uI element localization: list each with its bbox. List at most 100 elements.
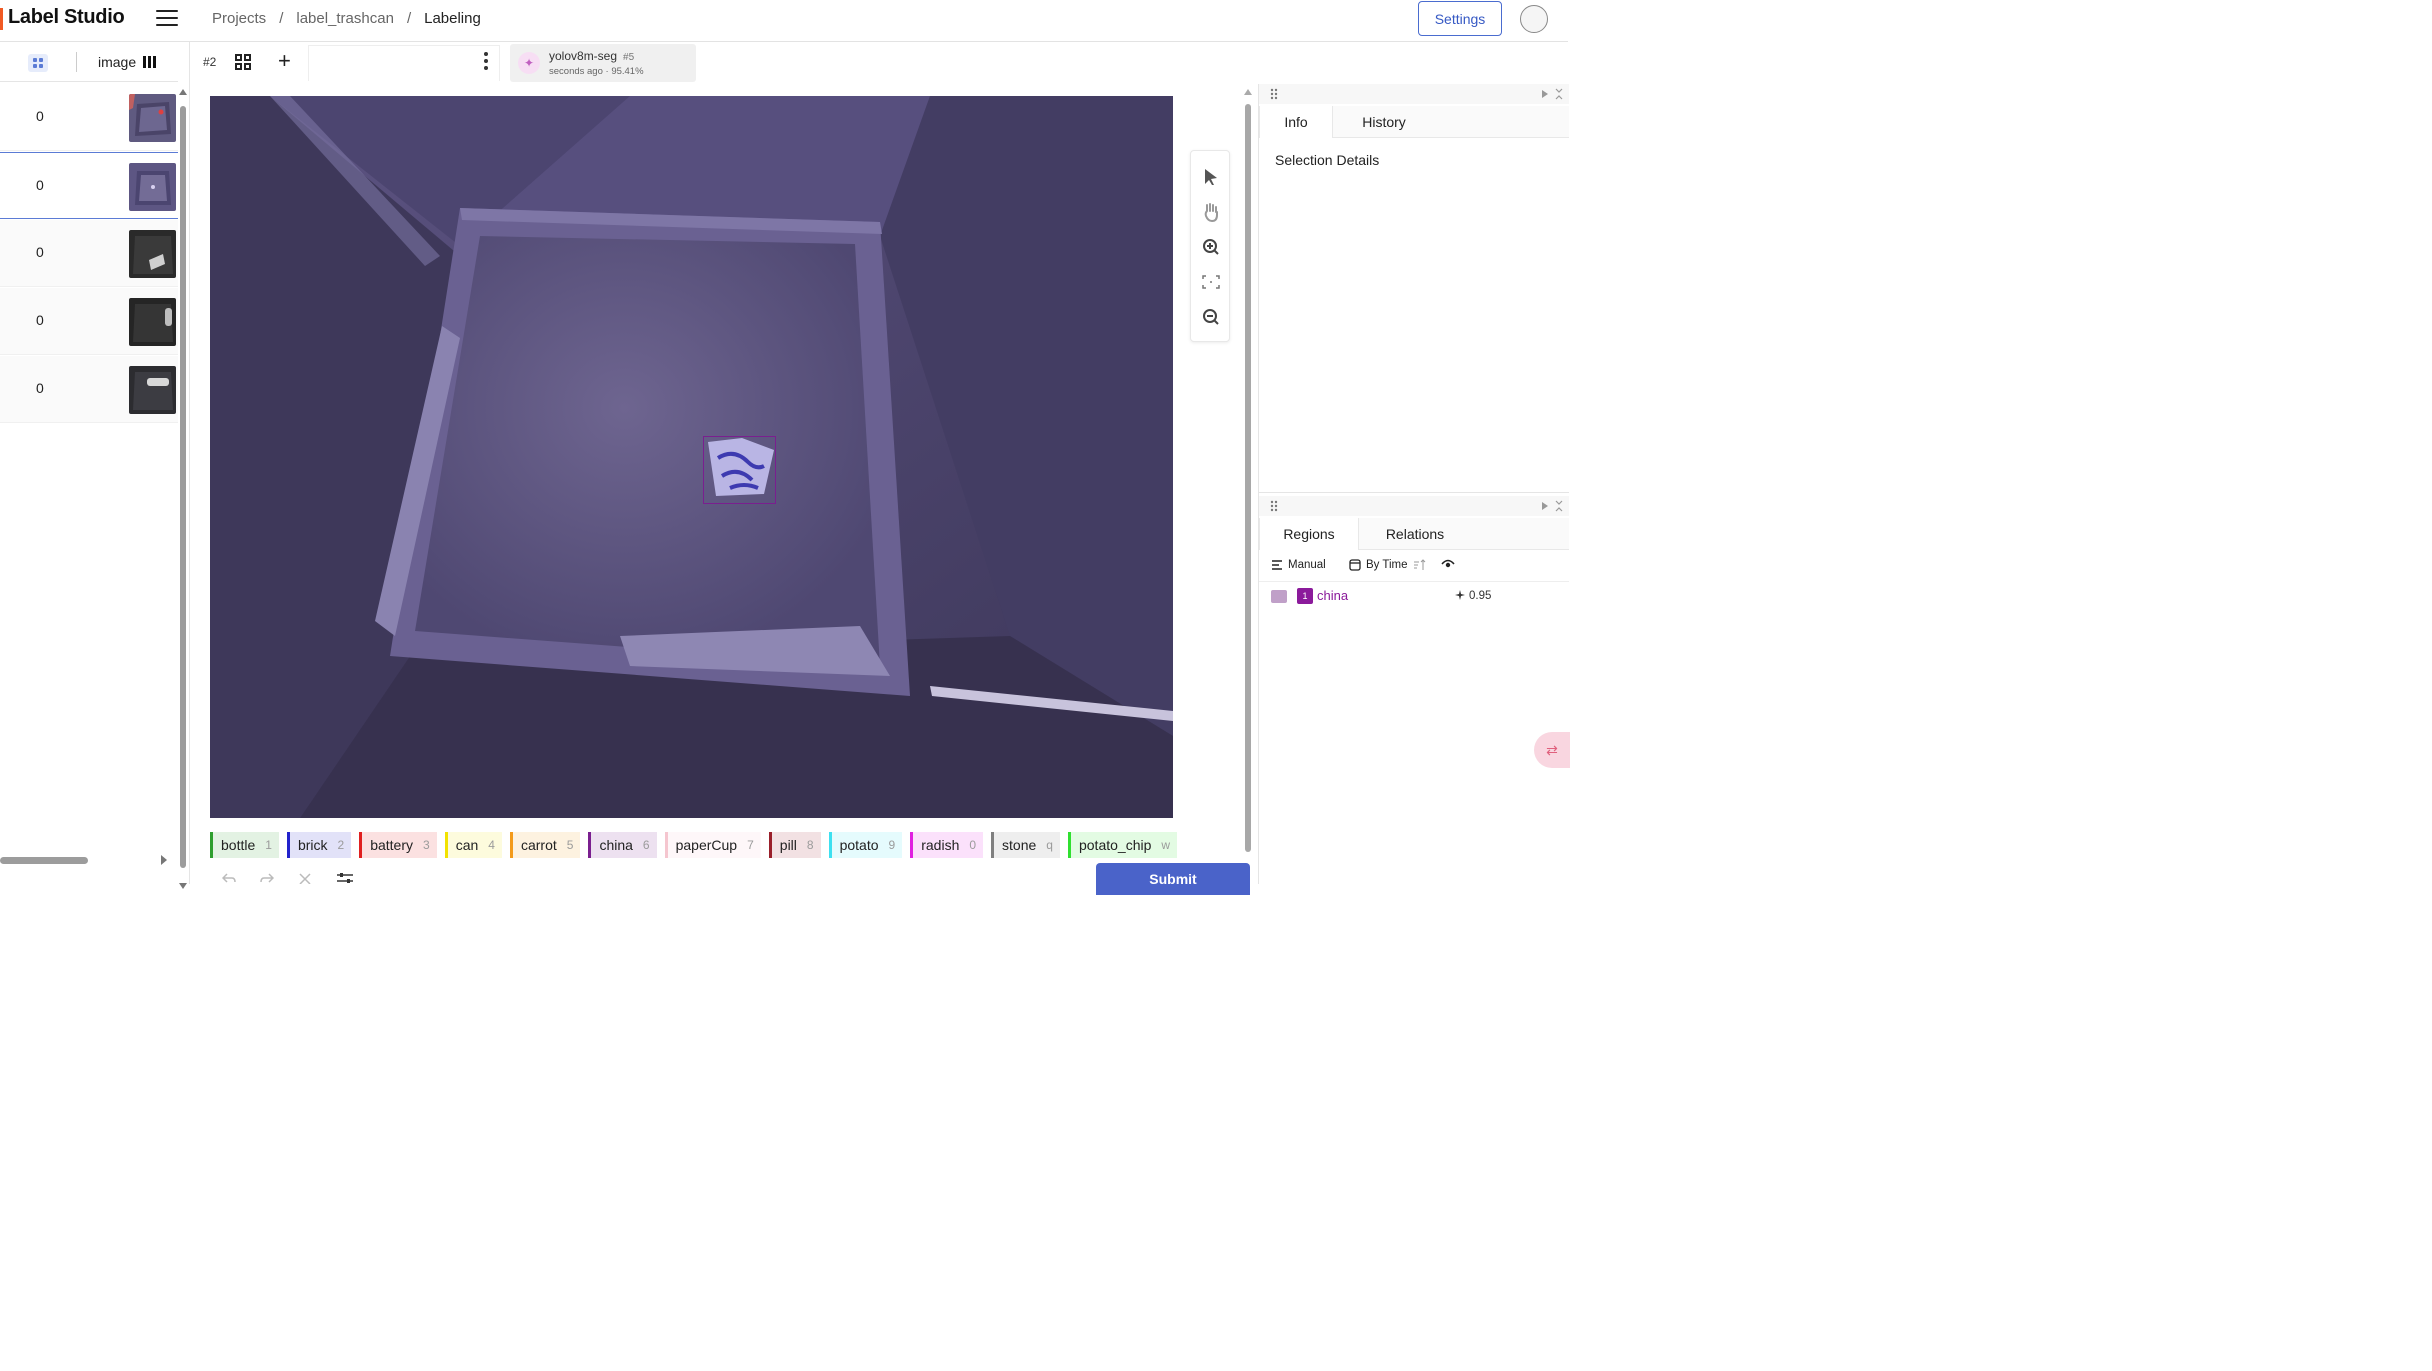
trashcan-image <box>210 96 1173 818</box>
breadcrumb-current: Labeling <box>424 10 481 27</box>
app-logo[interactable]: Label Studio <box>8 6 125 29</box>
header-divider <box>76 52 77 72</box>
label-hotkey: 1 <box>265 838 272 852</box>
region-score-value: 0.95 <box>1469 590 1492 602</box>
add-annotation-icon[interactable]: + <box>278 50 291 72</box>
collapse-icon[interactable] <box>1555 500 1563 512</box>
scrollbar-thumb[interactable] <box>1245 104 1251 852</box>
hscrollbar-thumb[interactable] <box>0 857 88 864</box>
info-tabs: Info History <box>1259 106 1569 138</box>
view-all-icon[interactable] <box>234 53 252 71</box>
label-hotkey: 4 <box>488 838 495 852</box>
label-chip-papercup[interactable]: paperCup 7 <box>664 832 761 858</box>
label-hotkey: q <box>1046 838 1053 852</box>
image-canvas[interactable] <box>210 96 1173 818</box>
column-header-image[interactable]: image <box>98 54 136 70</box>
region-item[interactable]: 1 china 0.95 <box>1259 584 1569 610</box>
task-list-header: image <box>0 42 178 82</box>
collapse-icon[interactable] <box>1555 88 1563 100</box>
submit-button[interactable]: Submit <box>1096 863 1250 895</box>
label-chip-pill[interactable]: pill 8 <box>768 832 821 858</box>
label-chip-battery[interactable]: battery 3 <box>359 832 437 858</box>
breadcrumb-projects[interactable]: Projects <box>212 10 266 27</box>
canvas-scrollbar[interactable] <box>1243 88 1253 854</box>
label-hotkey: 3 <box>423 838 430 852</box>
avatar[interactable] <box>1520 5 1548 33</box>
prediction-model: yolov8m-seg #5 <box>549 49 634 63</box>
expand-icon[interactable] <box>1541 89 1549 99</box>
task-row[interactable]: 0 <box>0 356 178 423</box>
prediction-id: #5 <box>623 52 635 63</box>
tab-relations[interactable]: Relations <box>1365 518 1465 550</box>
label-chip-carrot[interactable]: carrot 5 <box>509 832 581 858</box>
annotation-count: 0 <box>36 312 44 328</box>
tab-info[interactable]: Info <box>1259 106 1333 138</box>
logo-mark <box>0 8 3 30</box>
label-chip-bottle[interactable]: bottle 1 <box>210 832 279 858</box>
label-hotkey: 2 <box>337 838 345 852</box>
label-chip-can[interactable]: can 4 <box>444 832 502 858</box>
task-row[interactable]: 0 <box>0 288 178 355</box>
sparkle-icon: ✦ <box>518 52 540 74</box>
grid-view-icon[interactable] <box>28 54 48 72</box>
more-options-icon[interactable] <box>480 52 492 72</box>
label-chip-stone[interactable]: stone q <box>991 832 1060 858</box>
redo-icon[interactable] <box>260 872 274 884</box>
columns-icon[interactable] <box>138 52 160 72</box>
tab-history[interactable]: History <box>1339 106 1429 138</box>
prediction-tab[interactable]: ✦ yolov8m-seg #5 seconds ago · 95.41% <box>510 44 696 82</box>
label-picker: bottle 1 brick 2 battery 3 can 4 carrot 5 china 6 pa… <box>210 832 1178 858</box>
task-list-scrollbar[interactable] <box>178 88 187 898</box>
label-chip-potato-chip[interactable]: potato_chip w <box>1067 832 1178 858</box>
pan-tool-icon[interactable] <box>1199 200 1223 224</box>
side-panel: Info History Selection Details Regions R… <box>1258 84 1569 884</box>
sort-order-icon[interactable] <box>1413 559 1427 571</box>
history-controls <box>222 872 354 886</box>
order-label: Manual <box>1288 559 1326 571</box>
region-bounding-box[interactable] <box>703 436 776 504</box>
label-name: brick <box>297 837 328 853</box>
task-thumbnail <box>129 163 176 211</box>
task-row[interactable]: 0 <box>0 220 178 287</box>
drag-handle-icon[interactable] <box>1269 88 1279 100</box>
menu-icon[interactable] <box>156 10 178 28</box>
settings-sliders-icon[interactable] <box>336 872 354 884</box>
visibility-toggle[interactable] <box>1441 559 1455 569</box>
annotation-tab[interactable] <box>308 45 500 81</box>
reset-icon[interactable] <box>298 872 312 884</box>
task-list-sidebar: image 0 0 0 0 0 <box>0 42 190 889</box>
task-list-hscrollbar[interactable] <box>0 854 178 866</box>
label-name: carrot <box>520 837 557 853</box>
zoom-in-icon[interactable] <box>1199 235 1223 259</box>
prediction-meta: seconds ago · 95.41% <box>549 66 644 77</box>
breadcrumb-project[interactable]: label_trashcan <box>296 10 394 27</box>
translate-icon[interactable]: ⇄ <box>1534 732 1570 768</box>
sort-label: By Time <box>1366 559 1408 571</box>
fit-to-screen-icon[interactable] <box>1199 270 1223 294</box>
label-hotkey: 6 <box>642 838 650 852</box>
order-manual-button[interactable]: Manual <box>1271 559 1326 571</box>
task-row-selected[interactable]: 0 <box>0 152 178 219</box>
select-tool-icon[interactable] <box>1199 165 1223 189</box>
drag-handle-icon[interactable] <box>1269 500 1279 512</box>
scrollbar-thumb[interactable] <box>180 106 186 868</box>
label-hotkey: 5 <box>566 838 574 852</box>
undo-icon[interactable] <box>222 872 236 884</box>
breadcrumb-separator: / <box>279 10 284 27</box>
sort-by-time-button[interactable]: By Time <box>1349 559 1427 571</box>
region-index-badge: 1 <box>1297 588 1313 604</box>
task-row[interactable]: 0 <box>0 84 178 151</box>
label-chip-radish[interactable]: radish 0 <box>910 832 984 858</box>
task-number: #2 <box>203 55 217 69</box>
zoom-out-icon[interactable] <box>1199 305 1223 329</box>
label-chip-potato[interactable]: potato 9 <box>828 832 903 858</box>
expand-icon[interactable] <box>1541 501 1549 511</box>
label-chip-brick[interactable]: brick 2 <box>286 832 352 858</box>
settings-button[interactable]: Settings <box>1418 1 1502 36</box>
annotation-count: 0 <box>36 108 44 124</box>
tab-regions[interactable]: Regions <box>1259 518 1359 550</box>
label-name: stone <box>1002 837 1037 853</box>
label-hotkey: 0 <box>969 838 977 852</box>
list-icon <box>1272 560 1282 570</box>
label-chip-china[interactable]: china 6 <box>588 832 657 858</box>
